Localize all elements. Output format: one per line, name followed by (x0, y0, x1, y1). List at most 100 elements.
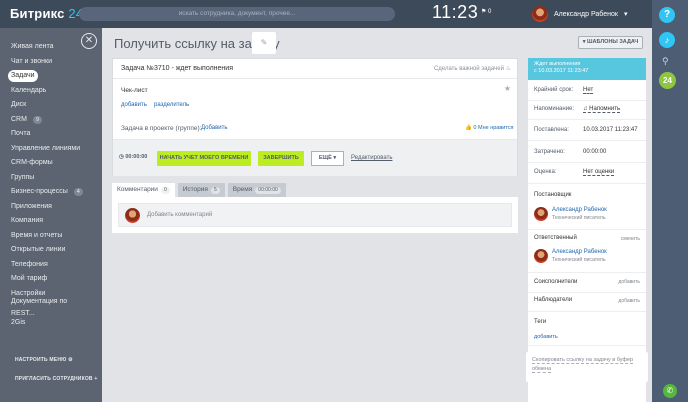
clock[interactable]: 11:23 (432, 2, 478, 23)
status-header: Ждет выполнения с 10.03.2017 11:23:47 (528, 58, 646, 80)
sidebar-item[interactable]: Управление линиями (8, 142, 94, 157)
sidebar-item-label: Приложения (11, 202, 52, 210)
sidebar-item[interactable]: Диск (8, 98, 94, 113)
add-tag-link[interactable]: добавить (534, 334, 558, 340)
comments-panel: Добавить комментарий (112, 197, 518, 233)
sidebar-item[interactable]: Почта (8, 127, 94, 142)
templates-button[interactable]: ▾ ШАБЛОНЫ ЗАДАЧ (578, 36, 643, 49)
spent-row: Затрачено: 00:00:00 (534, 149, 607, 155)
close-icon[interactable]: ✕ (81, 33, 97, 49)
sidebar-item[interactable]: Телефония (8, 258, 94, 273)
checklist-label: Чек-лист (121, 87, 148, 94)
status-text: Ждет выполнения (534, 61, 581, 67)
tabs: Комментарии 0 История 5 Время 00:00:00 (112, 183, 286, 197)
sidebar-item-label: Управление линиями (11, 144, 81, 152)
creator-title: Постановщик (534, 192, 572, 198)
bitrix24-icon[interactable]: 24 (659, 72, 676, 89)
setup-menu-link[interactable]: НАСТРОИТЬ МЕНЮ ⚙ (15, 357, 73, 363)
sidebar-item[interactable]: Время и отчеты (8, 229, 94, 244)
sidebar-item-label: Время и отчеты (11, 231, 63, 239)
start-timer-button[interactable]: НАЧАТЬ УЧЕТ МОЕГО ВРЕМЕНИ (157, 151, 251, 166)
timer-readout: ◷ 00:00:00 (119, 154, 148, 160)
sidebar-item-label: Бизнес-процессы (11, 188, 68, 196)
chevron-down-icon: ▾ (623, 11, 628, 18)
avatar (125, 208, 140, 223)
sidebar-item[interactable]: Открытые линии (8, 243, 94, 258)
flag-counter[interactable]: ⚑ 0 (481, 8, 491, 15)
tags-title: Теги (534, 319, 547, 325)
sidebar-item-label: Календарь (11, 86, 47, 94)
search-icon[interactable]: ⚲ (662, 56, 669, 67)
sidebar-item[interactable]: Чат и звонки (8, 55, 94, 70)
responsible-title: Ответственный (534, 235, 577, 241)
responsible-person[interactable]: Александр Рабенок Технический писатель (534, 249, 640, 265)
comment-input[interactable]: Добавить комментарий (118, 203, 512, 227)
sidebar-item-label: Задачи (8, 70, 38, 83)
fire-icon: ♨ (505, 66, 511, 72)
sidebar-item-label: Телефония (11, 260, 48, 268)
creator-person[interactable]: Александр Рабенок Технический писатель (534, 207, 640, 223)
tab-history[interactable]: История 5 (177, 183, 225, 197)
sidebar-item[interactable]: Мой тариф (8, 272, 94, 287)
like-link[interactable]: 👍 0 Мне нравится (465, 125, 514, 131)
task-actions: ◷ 00:00:00 НАЧАТЬ УЧЕТ МОЕГО ВРЕМЕНИ ЗАВ… (113, 139, 517, 176)
sidebar-item-label: 2Gis (11, 318, 26, 326)
sidebar-item-label: Группы (11, 173, 35, 181)
add-coexecutor-link[interactable]: добавить (618, 279, 640, 285)
checklist-add-link[interactable]: добавить (121, 102, 147, 108)
task-header: Задача №3710 - ждет выполнения Сделать в… (113, 59, 517, 79)
status-since: с 10.03.2017 11:23:47 (534, 68, 589, 74)
add-observer-link[interactable]: добавить (618, 298, 640, 304)
created-row: Поставлена: 10.03.2017 11:23:47 (534, 127, 638, 133)
make-important-link[interactable]: Сделать важной задачей ♨ (434, 65, 511, 72)
reminder-value[interactable]: ♫ Напомнить (583, 106, 621, 113)
sidebar-item[interactable]: Задачи (8, 69, 94, 84)
invite-link[interactable]: ПРИГЛАСИТЬ СОТРУДНИКОВ + (15, 376, 97, 382)
project-add-link[interactable]: Добавить (201, 125, 228, 131)
pencil-icon[interactable]: ✎ (252, 32, 276, 54)
sidebar-item-label: Почта (11, 130, 31, 138)
sidebar-item-label: Открытые линии (11, 246, 66, 254)
rating-row: Оценка: Нет оценки (534, 169, 615, 176)
avatar (534, 249, 548, 263)
sidebar-nav: Живая лента Чат и звонки Задачи Календарь Ди… (8, 40, 94, 330)
top-bar: Битрикс 24 искать сотрудника, документ, … (0, 0, 652, 28)
sidebar-item[interactable]: CRM-формы (8, 156, 94, 171)
phone-icon[interactable]: ✆ (663, 384, 677, 398)
tab-comments[interactable]: Комментарии 0 (112, 183, 175, 197)
sidebar-item-label: Живая лента (11, 43, 54, 51)
copy-link-button[interactable]: Скопировать ссылку на задачу в буфер обм… (526, 352, 648, 382)
sidebar-item[interactable]: Документация по REST... (8, 298, 94, 317)
user-menu[interactable]: Александр Рабенок ▾ (532, 5, 627, 23)
count-badge: 4 (73, 188, 83, 197)
sidebar-item-label: CRM (11, 115, 27, 123)
tab-time[interactable]: Время 00:00:00 (227, 183, 286, 197)
sidebar-item-label: Мой тариф (11, 275, 48, 283)
sidebar-item[interactable]: Календарь (8, 84, 94, 99)
sidebar-item-label: Диск (11, 101, 27, 109)
task-header-text: Задача №3710 - ждет выполнения (121, 65, 233, 72)
sidebar-item[interactable]: CRM 9 (8, 113, 94, 128)
sidebar-item[interactable]: Приложения (8, 200, 94, 215)
more-button[interactable]: ЕЩЁ ▾ (311, 151, 344, 166)
finish-button[interactable]: ЗАВЕРШИТЬ (258, 151, 304, 166)
like-icon: 👍 (465, 125, 472, 131)
right-rail (652, 0, 688, 402)
deadline-value[interactable]: Нет (583, 87, 594, 94)
logo[interactable]: Битрикс 24 (10, 6, 83, 21)
star-icon[interactable]: ★ (504, 84, 511, 93)
project-label: Задача в проекте (группе): (121, 125, 202, 132)
checklist-separator-link[interactable]: разделитель (154, 102, 189, 108)
search-input[interactable]: искать сотрудника, документ, прочее... (79, 7, 395, 21)
sidebar: Живая лента Чат и звонки Задачи Календарь Ди… (0, 28, 102, 402)
change-responsible-link[interactable]: сменить (621, 236, 640, 242)
sidebar-item[interactable]: Группы (8, 171, 94, 186)
sidebar-item[interactable]: Бизнес-процессы 4 (8, 185, 94, 200)
edit-link[interactable]: Редактировать (351, 155, 392, 161)
help-icon[interactable]: ? (659, 7, 675, 23)
count-badge: 9 (32, 115, 43, 124)
sidebar-item[interactable]: Компания (8, 214, 94, 229)
rating-value[interactable]: Нет оценки (583, 169, 615, 176)
task-info-panel: Ждет выполнения с 10.03.2017 11:23:47 Кр… (528, 58, 646, 402)
bell-icon[interactable]: ♪ (659, 32, 675, 48)
